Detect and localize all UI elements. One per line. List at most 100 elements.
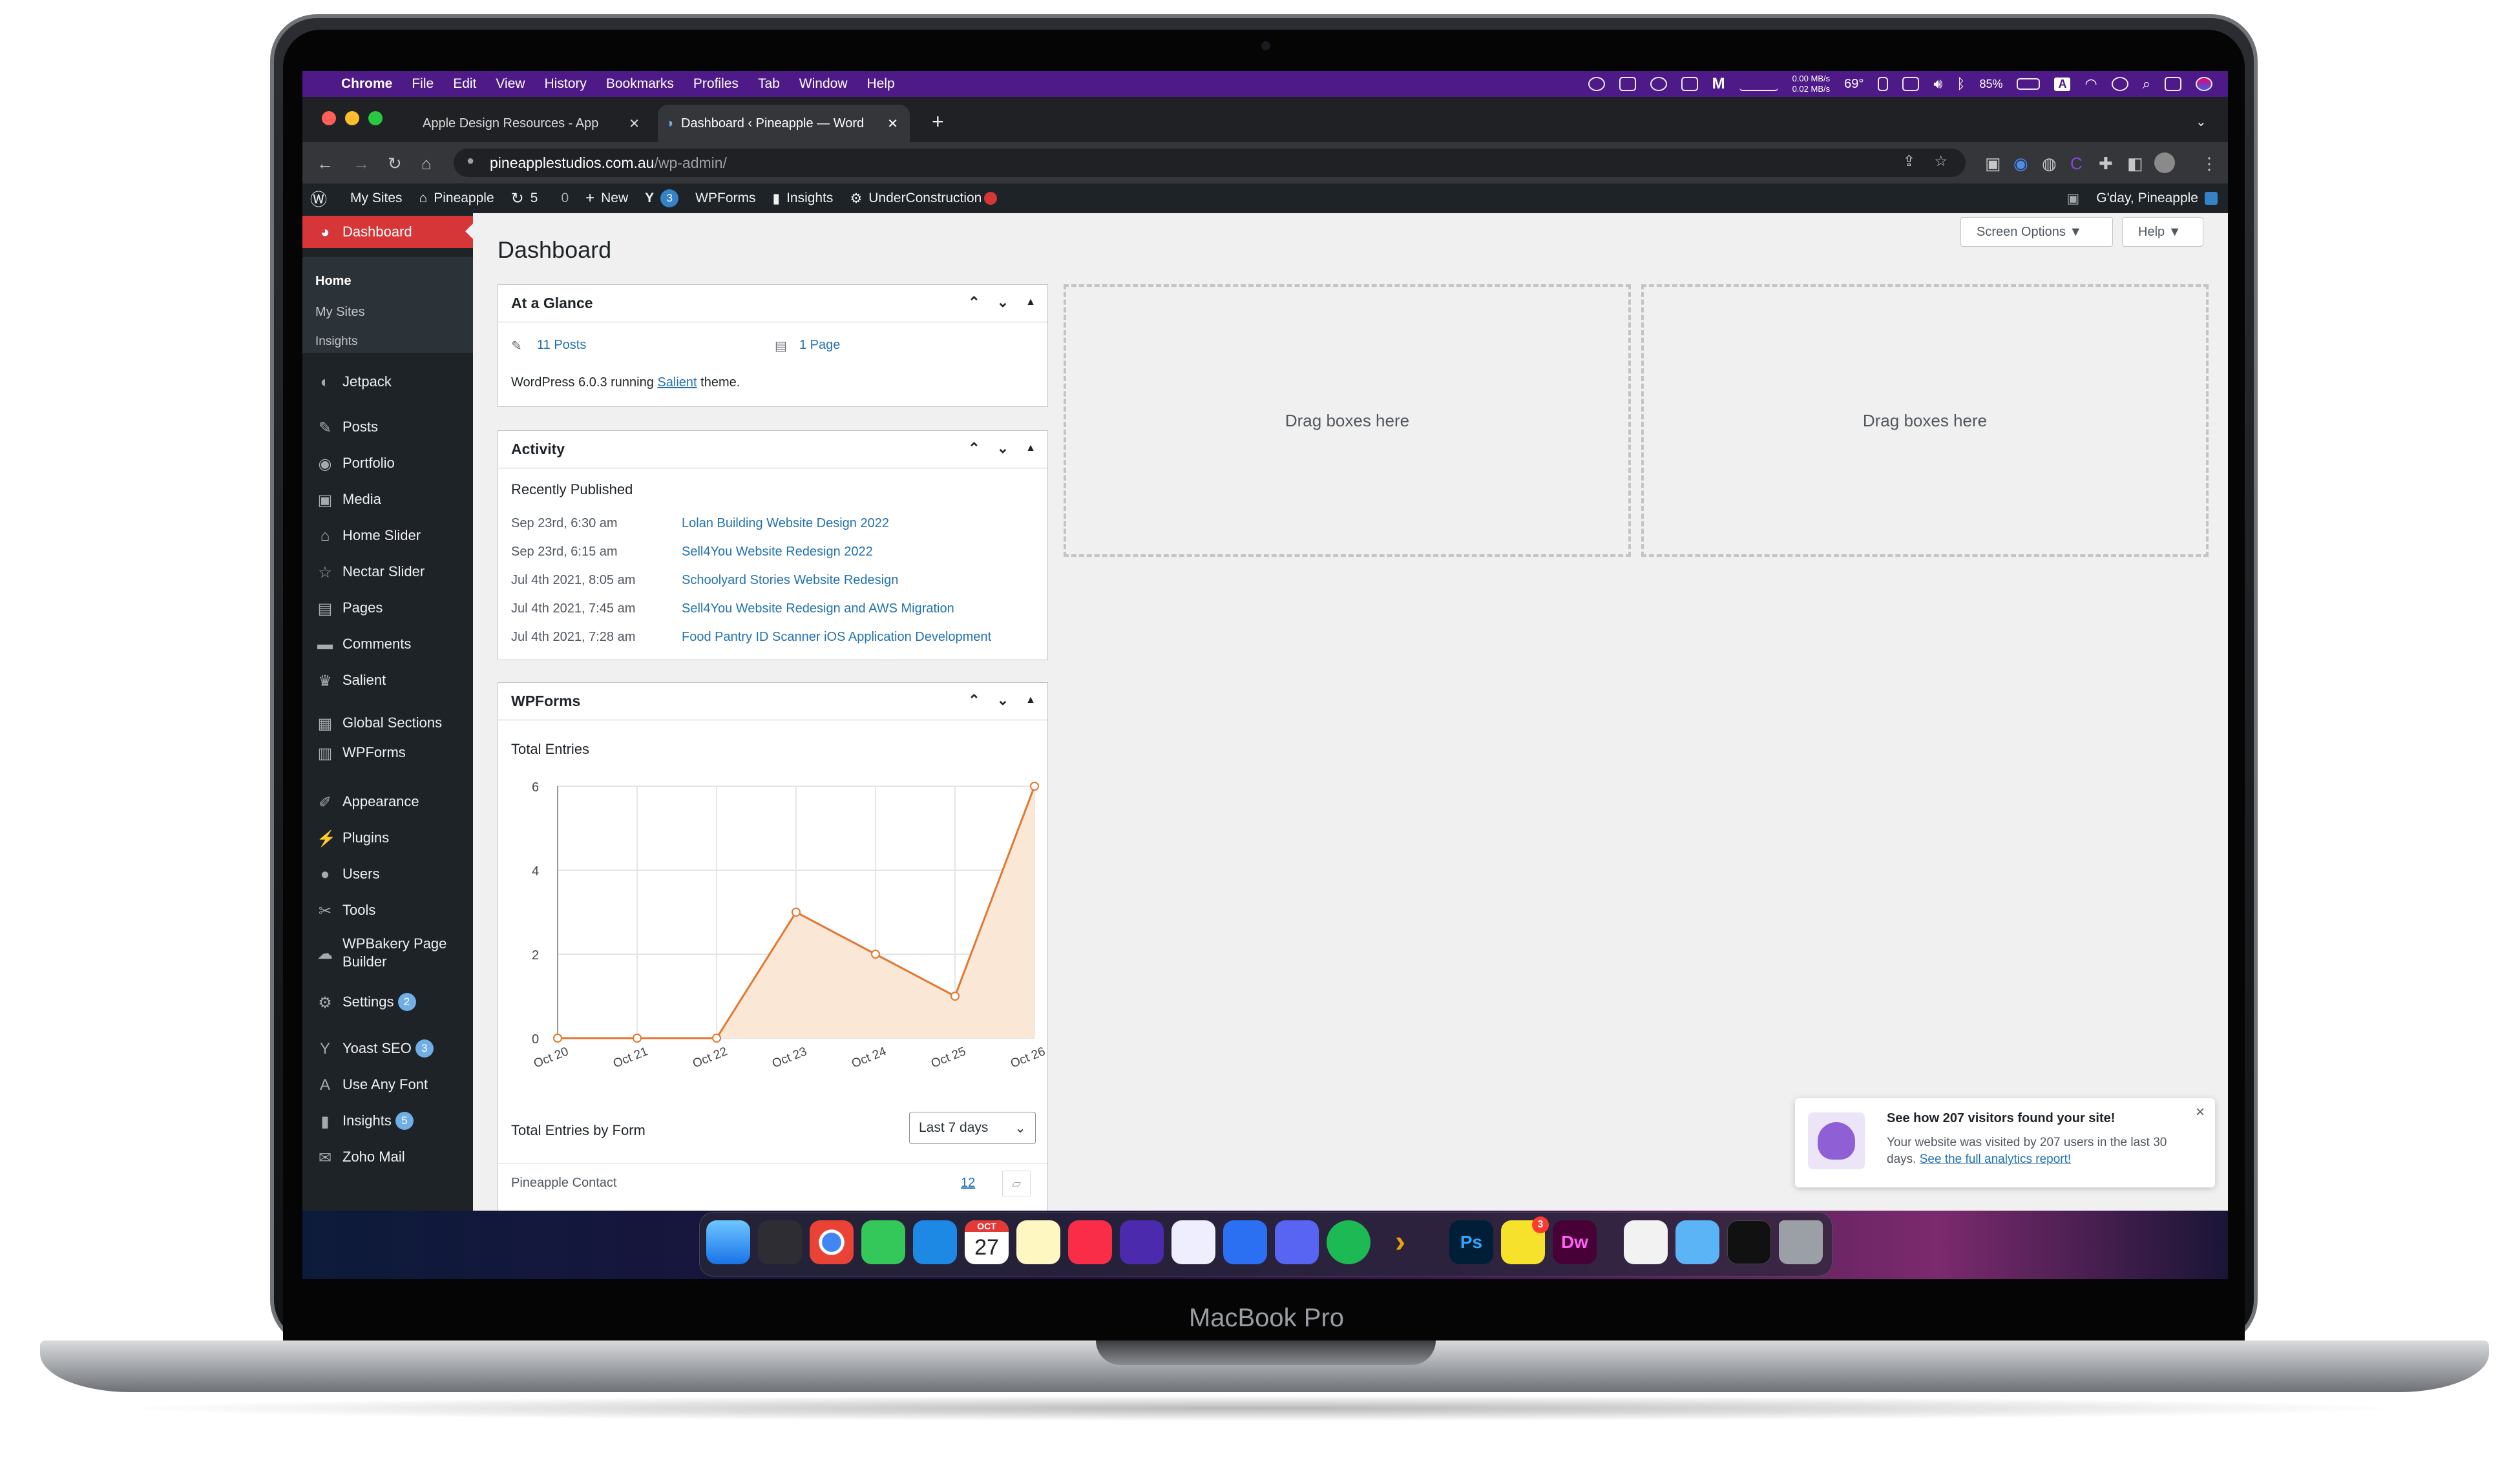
admin-screen-icon[interactable]: ▣: [2066, 191, 2079, 207]
sidebar-item-wpforms[interactable]: ▥ WPForms: [302, 736, 473, 769]
menu-edit[interactable]: Edit: [453, 76, 476, 92]
window-manager-icon[interactable]: [1681, 77, 1698, 91]
sidebar-item-portfolio[interactable]: ◉ Portfolio: [302, 447, 473, 479]
tab-dashboard[interactable]: ◑ Dashboard ‹ Pineapple — Word ✕: [658, 105, 910, 142]
forward-icon[interactable]: →: [353, 154, 370, 174]
activity-post-link[interactable]: Schoolyard Stories Website Redesign: [682, 573, 898, 588]
spotlight-icon[interactable]: ⌕: [2143, 76, 2150, 92]
sidebar-item-posts[interactable]: ✎ Posts: [302, 411, 473, 443]
profile-avatar[interactable]: [2154, 152, 2175, 173]
graph-toggle-icon[interactable]: ▱: [1002, 1171, 1031, 1196]
siri-icon[interactable]: [2196, 77, 2212, 91]
activity-post-link[interactable]: Lolan Building Website Design 2022: [682, 516, 889, 531]
menu-bookmarks[interactable]: Bookmarks: [606, 76, 674, 92]
move-down-icon[interactable]: ⌄: [997, 294, 1009, 311]
sidebar-item-nectar-slider[interactable]: ☆ Nectar Slider: [302, 556, 473, 588]
battery-percent[interactable]: 85%: [1979, 78, 2002, 91]
admin-account[interactable]: G'day, Pineapple: [2096, 191, 2218, 206]
trash-icon[interactable]: [1779, 1220, 1823, 1264]
tab-search-icon[interactable]: ⌄: [2196, 114, 2207, 130]
reload-icon[interactable]: ↻: [388, 154, 402, 174]
collapse-icon[interactable]: ▲: [1025, 692, 1036, 709]
sidebar-item-users[interactable]: ● Users: [302, 858, 473, 890]
music-icon[interactable]: [1068, 1220, 1112, 1264]
cpu-graph-icon[interactable]: [1739, 77, 1778, 91]
sidebar-item-media[interactable]: ▣ Media: [302, 483, 473, 516]
tab-apple-design[interactable]: Apple Design Resources - App ✕: [399, 105, 651, 142]
plex-icon[interactable]: ›: [1378, 1220, 1422, 1264]
control-center-icon[interactable]: [2165, 77, 2181, 91]
drag-area-column-3[interactable]: Drag boxes here: [1641, 284, 2209, 557]
date-range-select[interactable]: Last 7 days ⌄: [909, 1112, 1036, 1144]
move-up-icon[interactable]: ⌃: [968, 440, 980, 457]
menu-app-name[interactable]: Chrome: [341, 76, 392, 92]
menu-tab[interactable]: Tab: [758, 76, 780, 92]
widget-header[interactable]: Activity ⌃ ⌄ ▲: [498, 431, 1047, 468]
menu-history[interactable]: History: [545, 76, 587, 92]
submenu-home[interactable]: Home: [315, 274, 352, 289]
arc-app-icon[interactable]: [1120, 1220, 1164, 1264]
battery-icon[interactable]: [2017, 78, 2041, 90]
posts-count-link[interactable]: 11 Posts: [537, 338, 586, 353]
discord-icon[interactable]: [1275, 1220, 1319, 1264]
widget-header[interactable]: WPForms ⌃ ⌄ ▲: [498, 683, 1047, 720]
notes-icon[interactable]: [1016, 1220, 1060, 1264]
new-tab-button[interactable]: +: [932, 110, 944, 134]
menu-view[interactable]: View: [496, 76, 525, 92]
wordpress-logo-icon[interactable]: Ⓦ: [310, 187, 327, 211]
sidebar-item-salient[interactable]: ♛ Salient: [302, 664, 473, 696]
airmail-icon[interactable]: [1171, 1220, 1215, 1264]
home-icon[interactable]: ⌂: [421, 154, 432, 174]
close-window-icon[interactable]: [322, 111, 336, 125]
theme-link[interactable]: Salient: [657, 375, 697, 390]
widget-header[interactable]: At a Glance ⌃ ⌄ ▲: [498, 285, 1047, 322]
photoshop-icon[interactable]: Ps: [1449, 1220, 1493, 1264]
help-button[interactable]: Help ▼: [2122, 217, 2203, 247]
activity-post-link[interactable]: Food Pantry ID Scanner iOS Application D…: [682, 630, 991, 645]
basecamp-icon[interactable]: 3: [1501, 1216, 1549, 1264]
phone-icon[interactable]: [1878, 77, 1889, 91]
wifi-icon[interactable]: ◠: [2084, 76, 2097, 92]
side-panel-icon[interactable]: ◧: [2127, 154, 2143, 174]
admin-under-construction[interactable]: ⚙ UnderConstruction: [850, 191, 998, 207]
onepassword-icon[interactable]: [1588, 77, 1605, 91]
sidebar-item-home-slider[interactable]: ⌂ Home Slider: [302, 519, 473, 552]
close-icon[interactable]: ×: [2196, 1103, 2205, 1121]
edge-icon[interactable]: [1650, 77, 1667, 91]
activity-post-link[interactable]: Sell4You Website Redesign and AWS Migrat…: [682, 601, 954, 616]
dreamweaver-icon[interactable]: Dw: [1553, 1220, 1597, 1264]
finder-icon[interactable]: [706, 1220, 750, 1264]
sidebar-item-zoho-mail[interactable]: ✉ Zoho Mail: [302, 1141, 473, 1173]
input-source-icon[interactable]: A: [2054, 77, 2071, 91]
collapse-icon[interactable]: ▲: [1025, 294, 1036, 311]
back-icon[interactable]: ←: [317, 154, 333, 174]
menu-help[interactable]: Help: [867, 76, 895, 92]
screen-options-button[interactable]: Screen Options ▼: [1960, 217, 2113, 247]
submenu-my-sites[interactable]: My Sites: [315, 305, 365, 320]
volume-icon[interactable]: 🔊︎: [1933, 76, 1942, 92]
sidebar-item-comments[interactable]: ▬ Comments: [302, 628, 473, 660]
sidebar-item-jetpack[interactable]: ◐ Jetpack: [302, 366, 473, 398]
sidebar-item-appearance[interactable]: ✐ Appearance: [302, 786, 473, 818]
chrome-menu-icon[interactable]: ⋮: [2201, 154, 2218, 174]
admin-site-name[interactable]: ⌂ Pineapple: [419, 191, 494, 206]
submenu-insights[interactable]: Insights: [315, 335, 357, 349]
address-bar[interactable]: ● pineapplestudios.com.au/wp-admin/ ⇪ ☆: [454, 149, 1966, 177]
messages-icon[interactable]: [861, 1220, 905, 1264]
spotify-icon[interactable]: [1327, 1220, 1370, 1264]
close-tab-icon[interactable]: ✕: [887, 116, 898, 132]
sidebar-item-insights[interactable]: ▮ Insights 5: [302, 1105, 473, 1137]
admin-yoast[interactable]: Y3: [645, 189, 679, 207]
share-icon[interactable]: ⇪: [1903, 152, 1915, 170]
sidebar-item-plugins[interactable]: ⚡ Plugins: [302, 822, 473, 854]
bookmark-star-icon[interactable]: ☆: [1934, 152, 1948, 170]
display-icon[interactable]: [1902, 77, 1920, 91]
extension-3-icon[interactable]: ◍: [2042, 154, 2057, 174]
move-up-icon[interactable]: ⌃: [968, 692, 980, 709]
admin-insights[interactable]: ▮ Insights: [773, 191, 834, 207]
activity-post-link[interactable]: Sell4You Website Redesign 2022: [682, 545, 873, 559]
document-icon[interactable]: [1624, 1220, 1668, 1264]
sidebar-item-dashboard[interactable]: ◕ Dashboard: [302, 216, 473, 248]
menu-profiles[interactable]: Profiles: [693, 76, 739, 92]
sidebar-item-settings[interactable]: ⚙ Settings 2: [302, 986, 473, 1018]
